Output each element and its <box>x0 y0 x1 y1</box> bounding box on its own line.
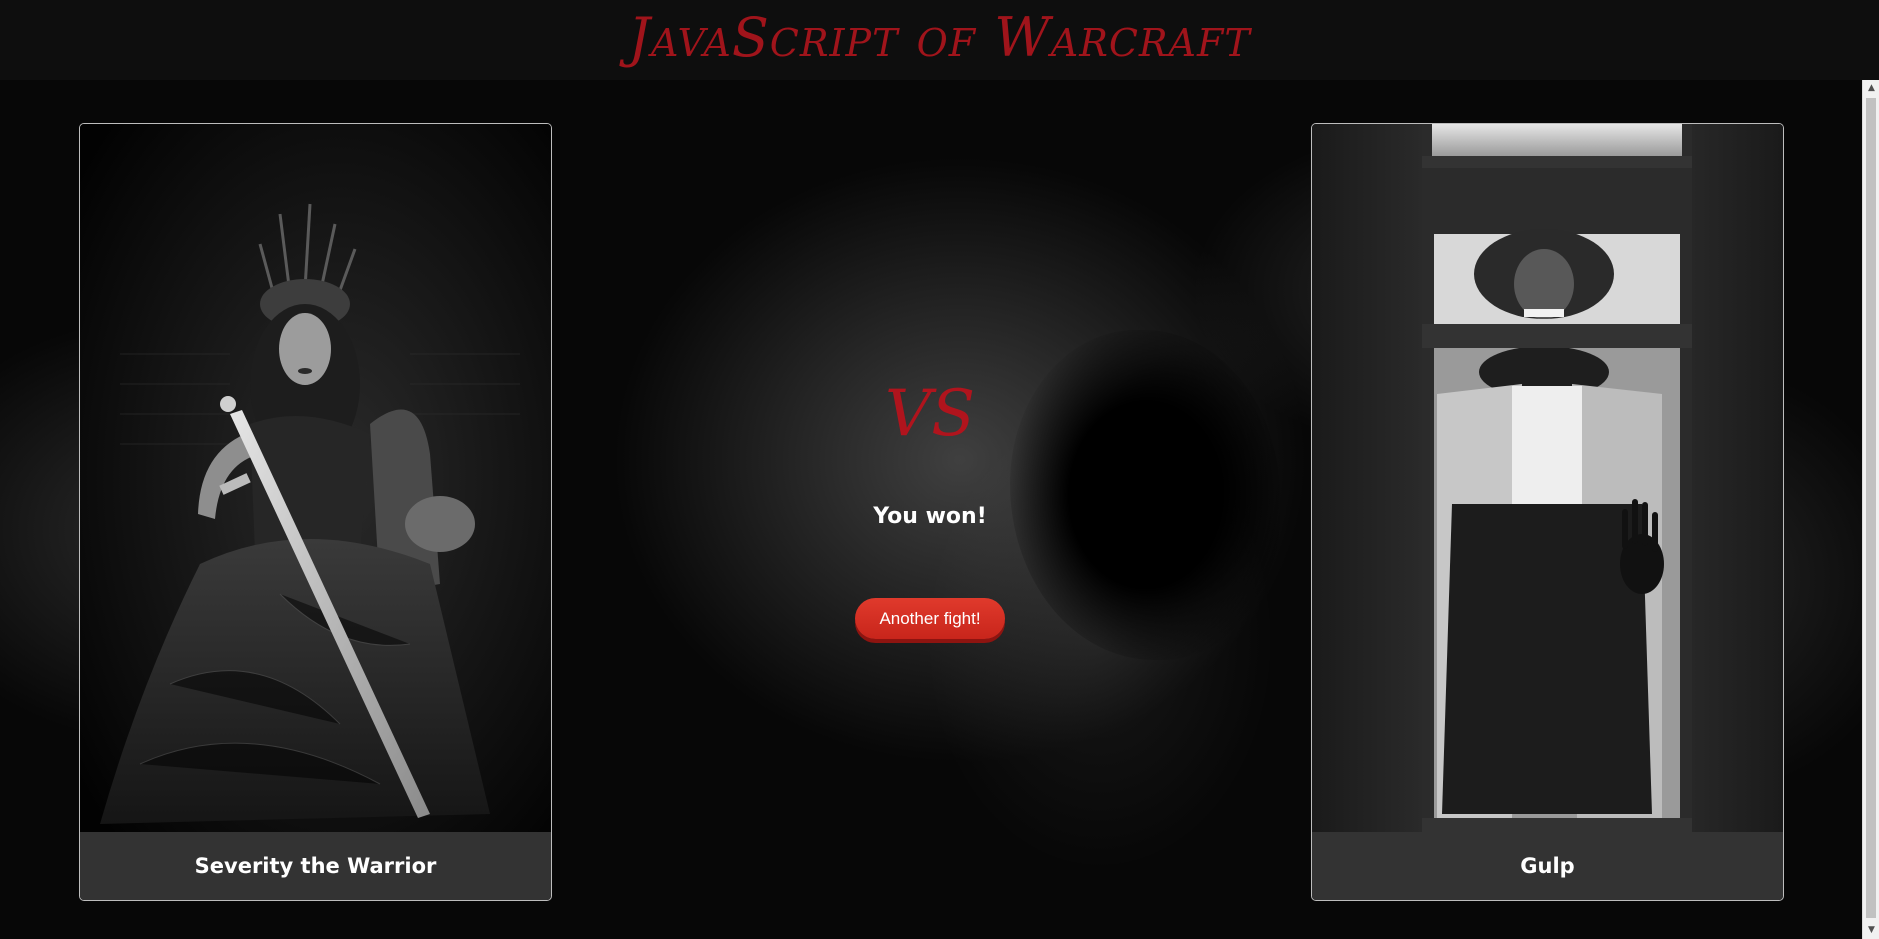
battle-result-text: You won! <box>873 504 987 529</box>
battle-center: VS You won! Another fight! <box>790 360 1070 660</box>
scrollbar-thumb[interactable] <box>1866 98 1876 918</box>
scroll-up-icon[interactable]: ▲ <box>1863 80 1879 97</box>
header-bar: JavaScript of Warcraft <box>0 0 1879 80</box>
fighter-image-enemy <box>1312 124 1783 832</box>
fighter-image-player <box>80 124 551 832</box>
another-fight-button[interactable]: Another fight! <box>855 598 1005 639</box>
fighter-name-enemy: Gulp <box>1520 854 1575 878</box>
fighter-name-bar-player: Severity the Warrior <box>80 832 551 900</box>
fighter-card-player: Severity the Warrior <box>79 123 552 901</box>
vs-label: VS <box>884 377 976 451</box>
fighter-name-player: Severity the Warrior <box>194 854 437 878</box>
vertical-scrollbar[interactable]: ▲ ▼ <box>1862 80 1879 939</box>
page: JavaScript of Warcraft Severity the Warr… <box>0 0 1879 939</box>
fighter-card-enemy: Gulp <box>1311 123 1784 901</box>
fighter-name-bar-enemy: Gulp <box>1312 832 1783 900</box>
scroll-down-icon[interactable]: ▼ <box>1863 922 1879 939</box>
app-title: JavaScript of Warcraft <box>628 6 1251 69</box>
